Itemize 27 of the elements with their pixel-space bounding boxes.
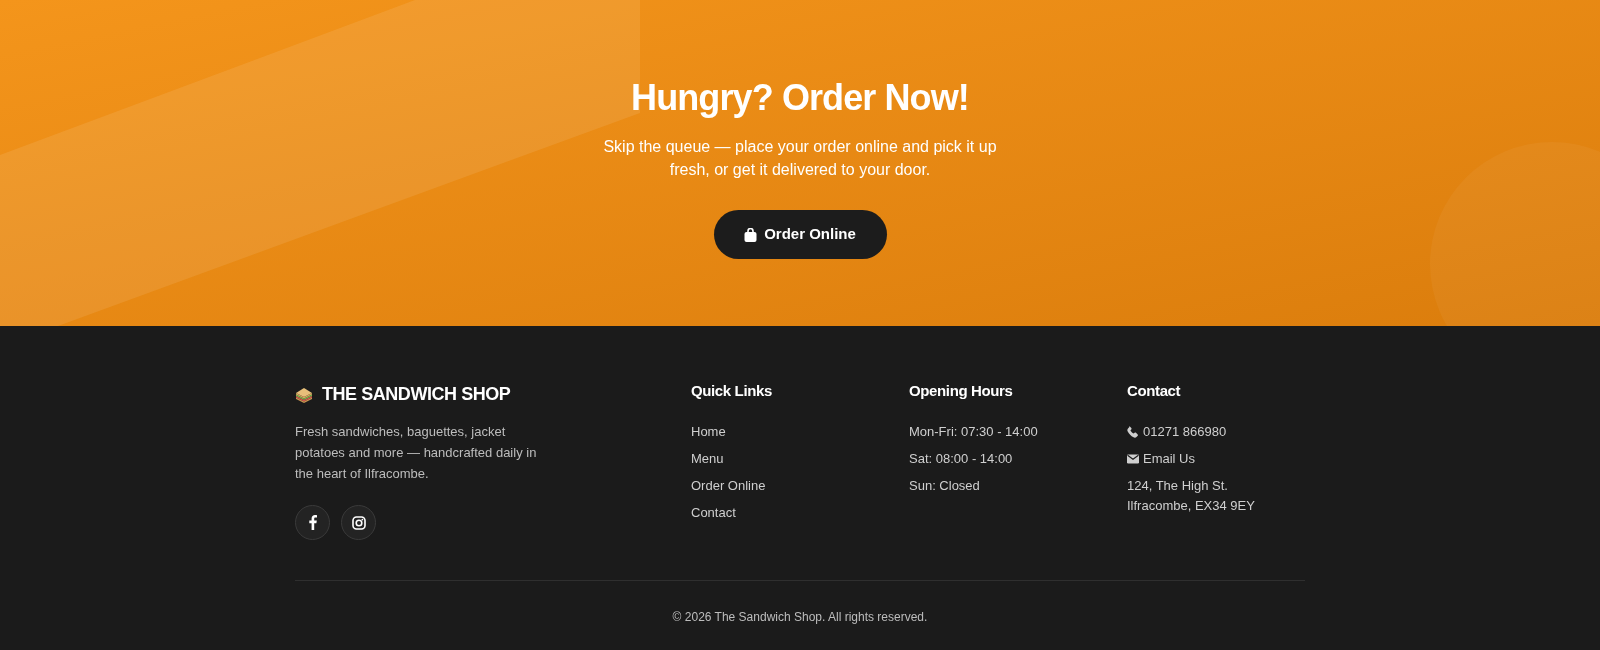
footer-link[interactable]: Order Online: [691, 476, 766, 496]
facebook-icon: [308, 515, 317, 530]
shopping-bag-icon: [744, 227, 758, 242]
column-heading: Opening Hours: [909, 381, 1014, 401]
column-heading: Contact: [1127, 381, 1182, 401]
address-text: 124, The High St. Ilfracombe, EX34 9EY: [1127, 477, 1255, 515]
brand-name: THE SANDWICH SHOP: [322, 383, 511, 406]
opening-hours-text: Sat: 08:00 - 14:00: [909, 450, 1013, 468]
phone-link[interactable]: 01271 866980: [1127, 422, 1227, 442]
hero-title: Hungry? Order Now!: [631, 76, 969, 120]
order-online-button[interactable]: Order Online: [713, 210, 887, 259]
opening-hours-text: Sun: Closed: [909, 477, 980, 495]
sandwich-icon: [295, 385, 313, 403]
facebook-button[interactable]: [295, 505, 330, 540]
footer-link[interactable]: Contact: [691, 503, 736, 523]
phone-icon: [1127, 426, 1139, 438]
instagram-icon: [351, 515, 366, 530]
opening-hours-text: Mon-Fri: 07:30 - 14:00: [909, 423, 1038, 441]
footer-link[interactable]: Menu: [691, 449, 724, 469]
instagram-button[interactable]: [341, 505, 376, 540]
shop-description: Fresh sandwiches, baguettes, jacket potatoes and more — handcrafted daily in the heart of Ilfracombe.: [295, 423, 538, 483]
copyright-text: © 2026 The Sandwich Shop. All rights reserved.: [671, 609, 929, 626]
hero-text: Skip the queue — place your order online and pick it up fresh, or get it delivered to your door.: [602, 137, 998, 180]
column-heading: Quick Links: [691, 381, 773, 401]
email-link[interactable]: Email Us: [1127, 449, 1195, 469]
footer-link[interactable]: Home: [691, 422, 726, 442]
envelope-icon: [1127, 454, 1139, 464]
